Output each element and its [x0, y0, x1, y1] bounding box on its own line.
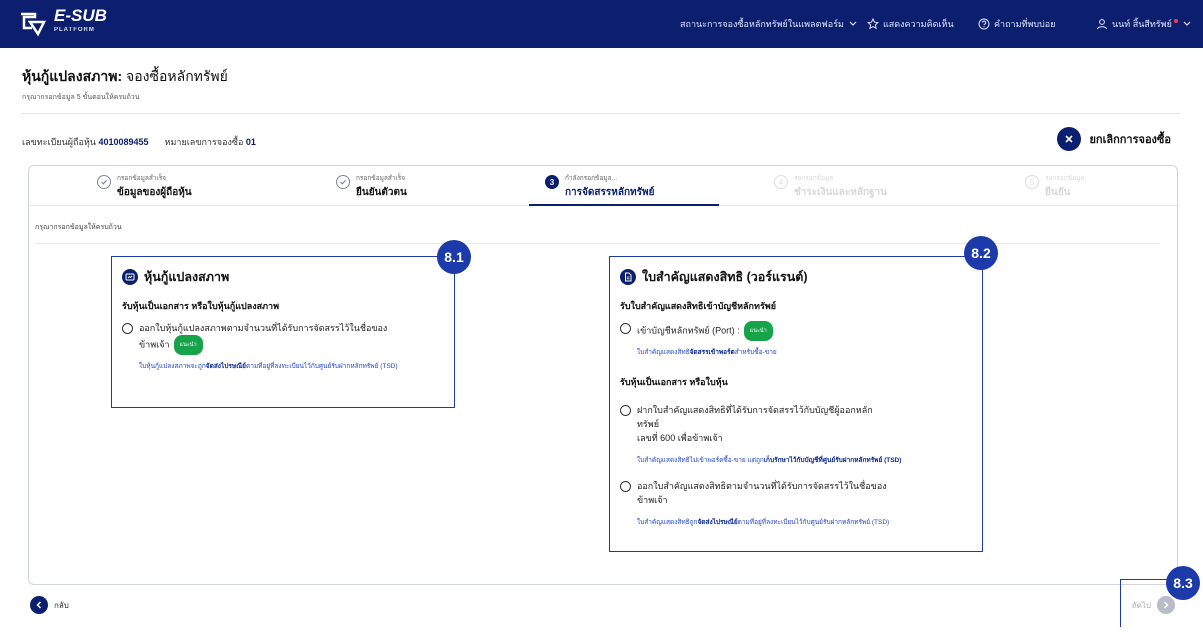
- nav-help[interactable]: คำถามที่พบบ่อย: [978, 17, 1055, 31]
- nav-feedback-label: แสดงความคิดเห็น: [883, 19, 954, 29]
- radio-button[interactable]: [620, 481, 631, 492]
- cancel-label: ยกเลิกการจองซื้อ: [1089, 134, 1171, 146]
- convertible-bond-section: หุ้นกู้แปลงสภาพ รับหุ้นเป็นเอกสาร หรือใบ…: [111, 256, 455, 408]
- chevron-right-icon: [1157, 596, 1175, 614]
- logo-subtext: PLATFORM: [54, 27, 95, 33]
- step-status: กรอกข้อมูลสำเร็จ: [356, 175, 406, 182]
- callout-8-1: 8.1: [437, 240, 471, 274]
- back-label: กลับ: [54, 600, 69, 610]
- check-circle-icon: [336, 175, 350, 189]
- chevron-left-icon: [30, 596, 48, 614]
- step-label: ข้อมูลของผู้ถือหุ้น: [117, 187, 192, 198]
- nav-status[interactable]: สถานะการจองซื้อหลักทรัพย์ในแพลตฟอร์ม: [680, 17, 858, 31]
- radio-button[interactable]: [620, 323, 631, 334]
- option-note: ใบสำคัญแสดงสิทธิไม่เข้าพอร์ตซื้อ-ขาย แต่…: [637, 457, 902, 464]
- subscription-no-label: หมายเลขการจองซื้อ: [164, 137, 244, 147]
- section-subtitle-2: รับหุ้นเป็นเอกสาร หรือใบหุ้น: [620, 377, 728, 387]
- option-issue-warrant[interactable]: ออกใบสำคัญแสดงสิทธิตามจำนวนที่ได้รับการจ…: [620, 479, 972, 507]
- option-text-2: ข้าพเจ้า: [139, 339, 170, 350]
- step-label: ชำระเงินและหลักฐาน: [794, 187, 887, 198]
- step-label: ยืนยัน: [1045, 187, 1071, 198]
- user-name: นนท์ สิ้นสีทรัพย์: [1112, 19, 1172, 29]
- document-icon: [620, 269, 636, 285]
- cancel-subscription-button[interactable]: ยกเลิกการจองซื้อ: [1057, 127, 1171, 151]
- option-text: ออกใบหุ้นกู้แปลงสภาพตามจำนวนที่ได้รับการ…: [139, 323, 388, 333]
- divider: [22, 113, 1180, 114]
- warrant-section: ใบสำคัญแสดงสิทธิ (วอร์แรนต์) รับใบสำคัญแ…: [609, 256, 983, 552]
- step-1[interactable]: กรอกข้อมูลสำเร็จข้อมูลของผู้ถือหุ้น: [97, 173, 192, 200]
- step-status: รอกรอกข้อมูล: [1045, 175, 1085, 182]
- option-text-2: ข้าพเจ้า: [637, 495, 668, 505]
- back-button[interactable]: กลับ: [30, 596, 69, 614]
- stepper: กรอกข้อมูลสำเร็จข้อมูลของผู้ถือหุ้น กรอก…: [29, 166, 1177, 206]
- step-label: การจัดสรรหลักทรัพย์: [565, 187, 655, 198]
- radio-button[interactable]: [122, 323, 133, 334]
- section-title: ใบสำคัญแสดงสิทธิ (วอร์แรนต์): [620, 267, 972, 287]
- option-note: ใบหุ้นกู้แปลงสภาพจะถูกจัดส่งไปรษณีย์ตามท…: [139, 363, 398, 370]
- recommended-badge: แนะนำ: [173, 335, 203, 355]
- main-card: กรอกข้อมูลสำเร็จข้อมูลของผู้ถือหุ้น กรอก…: [28, 165, 1178, 585]
- radio-button[interactable]: [620, 405, 631, 416]
- page-header: หุ้นกู้แปลงสภาพ: จองซื้อหลักทรัพย์ กรุณา…: [22, 66, 228, 103]
- check-circle-icon: [97, 175, 111, 189]
- option-text: ออกใบสำคัญแสดงสิทธิตามจำนวนที่ได้รับการจ…: [637, 481, 887, 491]
- chevron-down-icon: [849, 21, 857, 26]
- step-status: กำลังกรอกข้อมูล...: [565, 175, 618, 182]
- step-number: 3: [545, 175, 559, 189]
- certificate-icon: [122, 269, 138, 285]
- callout-8-2: 8.2: [964, 236, 998, 270]
- option-deposit-port[interactable]: เข้าบัญชีหลักทรัพย์ (Port) : แนะนำ: [620, 321, 972, 341]
- step-status: รอกรอกข้อมูล: [794, 175, 834, 182]
- section-subtitle: รับใบสำคัญแสดงสิทธิเข้าบัญชีหลักทรัพย์: [620, 301, 776, 311]
- step-3[interactable]: 3 กำลังกรอกข้อมูล... การจัดสรรหลักทรัพย์: [545, 173, 654, 200]
- step-number: 4: [774, 175, 788, 189]
- page-hint: กรุณากรอกข้อมูล 5 ขั้นตอนให้ครบถ้วน: [22, 94, 140, 101]
- callout-8-3: 8.3: [1166, 566, 1200, 600]
- option-text: ฝากใบสำคัญแสดงสิทธิที่ได้รับการจัดสรรไว้…: [637, 405, 873, 415]
- option-issue-certificate[interactable]: ออกใบหุ้นกู้แปลงสภาพตามจำนวนที่ได้รับการ…: [122, 321, 444, 355]
- nav-feedback[interactable]: แสดงความคิดเห็น: [867, 17, 954, 31]
- close-icon: [1057, 127, 1082, 151]
- user-menu[interactable]: นนท์ สิ้นสีทรัพย์: [1096, 17, 1192, 31]
- step-status: กรอกข้อมูลสำเร็จ: [117, 175, 167, 182]
- nav-status-label: สถานะการจองซื้อหลักทรัพย์ในแพลตฟอร์ม: [680, 19, 844, 29]
- holder-value: 4010089455: [98, 137, 149, 147]
- option-note: ใบสำคัญแสดงสิทธิจัดสรรเข้าพอร์ตสำหรับซื้…: [637, 349, 777, 356]
- section-subtitle: รับหุ้นเป็นเอกสาร หรือใบหุ้นกู้แปลงสภาพ: [122, 301, 280, 311]
- user-icon: [1097, 19, 1107, 30]
- option-text-2: ทรัพย์: [637, 419, 659, 429]
- card-hint: กรุณากรอกข้อมูลให้ครบถ้วน: [35, 224, 122, 231]
- next-label: ถัดไป: [1131, 600, 1151, 610]
- step-2[interactable]: กรอกข้อมูลสำเร็จยืนยันตัวตน: [336, 173, 407, 200]
- recommended-badge: แนะนำ: [743, 321, 773, 341]
- holder-label: เลขทะเบียนผู้ถือหุ้น: [22, 137, 96, 147]
- star-icon: [867, 18, 879, 30]
- chevron-down-icon: [1183, 21, 1191, 26]
- step-5: 5 รอกรอกข้อมูลยืนยัน: [1025, 173, 1084, 200]
- logo-icon: [18, 8, 48, 38]
- next-button[interactable]: ถัดไป: [1132, 596, 1175, 614]
- subscription-no-value: 01: [245, 137, 256, 147]
- option-text-3: เลขที่ 600 เพื่อข้าพเจ้า: [637, 433, 723, 443]
- logo[interactable]: E-SUB PLATFORM: [18, 7, 107, 38]
- option-deposit-issuer[interactable]: ฝากใบสำคัญแสดงสิทธิที่ได้รับการจัดสรรไว้…: [620, 403, 972, 445]
- option-note: ใบสำคัญแสดงสิทธิถูกจัดส่งไปรษณีย์ตามที่อ…: [637, 519, 890, 526]
- nav-help-label: คำถามที่พบบ่อย: [994, 19, 1056, 29]
- question-icon: [978, 18, 990, 30]
- top-navbar: E-SUB PLATFORM สถานะการจองซื้อหลักทรัพย์ใ…: [0, 0, 1203, 48]
- subscription-meta: เลขทะเบียนผู้ถือหุ้น 4010089455 หมายเลขก…: [22, 135, 256, 149]
- step-label: ยืนยันตัวตน: [356, 187, 407, 198]
- active-step-indicator: [529, 204, 719, 206]
- page-title: หุ้นกู้แปลงสภาพ: จองซื้อหลักทรัพย์: [22, 68, 228, 84]
- step-number: 5: [1025, 175, 1039, 189]
- section-title: หุ้นกู้แปลงสภาพ: [122, 267, 444, 287]
- notification-dot: [1173, 19, 1178, 23]
- step-4: 4 รอกรอกข้อมูลชำระเงินและหลักฐาน: [774, 173, 887, 200]
- option-text: เข้าบัญชีหลักทรัพย์ (Port) :: [637, 325, 740, 336]
